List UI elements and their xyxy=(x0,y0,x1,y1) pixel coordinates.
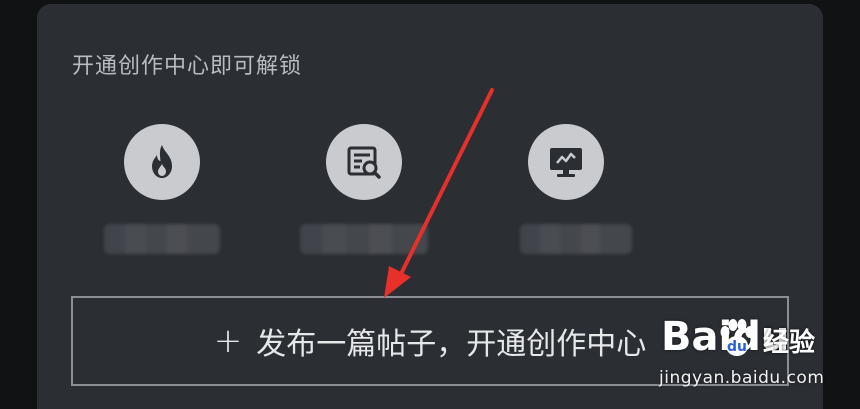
feature-icon-circle xyxy=(124,124,200,200)
feature-item-data[interactable] xyxy=(506,124,632,264)
feature-item-analysis[interactable] xyxy=(300,124,428,264)
flame-icon xyxy=(152,145,172,178)
feature-icon-circle xyxy=(528,124,604,200)
search-document-icon xyxy=(347,146,381,179)
feature-icon-circle xyxy=(326,124,402,200)
monitor-chart-icon xyxy=(550,148,582,177)
feature-label-redacted xyxy=(104,224,220,254)
feature-label-redacted xyxy=(520,224,632,254)
screen: 开通创作中心即可解锁 + 发布一篇帖子，开通创作中心 Baidu du 经验 j… xyxy=(0,0,860,409)
feature-label-redacted xyxy=(300,224,428,254)
feature-item-hot[interactable] xyxy=(102,124,222,264)
plus-icon: + xyxy=(213,321,243,361)
publish-post-button[interactable]: + 发布一篇帖子，开通创作中心 xyxy=(71,296,789,386)
unlock-title: 开通创作中心即可解锁 xyxy=(72,54,303,79)
publish-button-label: 发布一篇帖子，开通创作中心 xyxy=(256,327,647,362)
